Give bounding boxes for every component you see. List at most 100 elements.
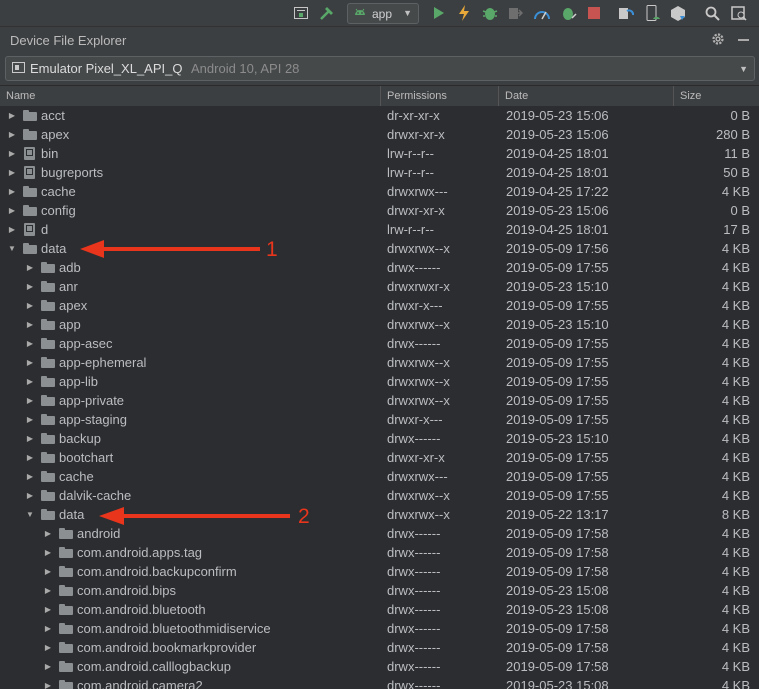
table-row[interactable]: ▶ config drwxr-xr-x 2019-05-23 15:06 0 B <box>0 201 759 220</box>
collapsed-arrow-icon[interactable]: ▶ <box>25 429 35 448</box>
table-row[interactable]: ▶ bootchart drwxr-xr-x 2019-05-09 17:55 4 KB <box>0 448 759 467</box>
layout-inspector-icon[interactable] <box>730 4 748 22</box>
minimize-icon[interactable] <box>738 39 749 41</box>
column-header-name[interactable]: Name <box>0 86 381 106</box>
file-date: 2019-04-25 18:01 <box>506 146 609 161</box>
column-header-permissions[interactable]: Permissions <box>381 86 499 106</box>
collapsed-arrow-icon[interactable]: ▶ <box>43 581 53 600</box>
search-icon[interactable] <box>703 4 721 22</box>
collapsed-arrow-icon[interactable]: ▶ <box>43 600 53 619</box>
table-row[interactable]: ▶ dalvik-cache drwxrwx--x 2019-05-09 17:55 4… <box>0 486 759 505</box>
device-select[interactable]: Emulator Pixel_XL_API_Q Android 10, API … <box>5 56 755 81</box>
table-row[interactable]: ▶ app-ephemeral drwxrwx--x 2019-05-09 17:55… <box>0 353 759 372</box>
folder-icon <box>23 110 37 121</box>
file-permissions: lrw-r--r-- <box>387 146 434 161</box>
file-name: backup <box>59 431 101 446</box>
debug-bug-icon[interactable] <box>560 4 578 22</box>
table-row[interactable]: ▼ data drwxrwx--x 2019-05-22 13:17 8 KB <box>0 505 759 524</box>
collapsed-arrow-icon[interactable]: ▶ <box>25 315 35 334</box>
table-row[interactable]: ▼ data drwxrwx--x 2019-05-09 17:56 4 KB <box>0 239 759 258</box>
collapsed-arrow-icon[interactable]: ▶ <box>43 619 53 638</box>
table-row[interactable]: ▶ bin lrw-r--r-- 2019-04-25 18:01 11 B <box>0 144 759 163</box>
expanded-arrow-icon[interactable]: ▼ <box>7 239 17 258</box>
file-size: 11 B <box>724 146 750 161</box>
device-manager-icon[interactable] <box>644 4 662 22</box>
table-row[interactable]: ▶ bugreports lrw-r--r-- 2019-04-25 18:01 50 … <box>0 163 759 182</box>
collapsed-arrow-icon[interactable]: ▶ <box>25 277 35 296</box>
file-size: 4 KB <box>721 260 750 275</box>
file-size: 4 KB <box>721 564 750 579</box>
file-permissions: drwxr-xr-x <box>387 203 445 218</box>
collapsed-arrow-icon[interactable]: ▶ <box>25 467 35 486</box>
collapsed-arrow-icon[interactable]: ▶ <box>25 486 35 505</box>
folder-icon <box>41 357 55 368</box>
table-row[interactable]: ▶ acct dr-xr-xr-x 2019-05-23 15:06 0 B <box>0 106 759 125</box>
table-row[interactable]: ▶ app-asec drwx------ 2019-05-09 17:55 4 KB <box>0 334 759 353</box>
table-row[interactable]: ▶ com.android.bluetoothmidiservice drwx---… <box>0 619 759 638</box>
table-row[interactable]: ▶ d lrw-r--r-- 2019-04-25 18:01 17 B <box>0 220 759 239</box>
file-date: 2019-05-09 17:55 <box>506 393 609 408</box>
table-row[interactable]: ▶ app-staging drwxr-x--- 2019-05-09 17:55 4 … <box>0 410 759 429</box>
profile-icon[interactable] <box>533 4 551 22</box>
stop-icon[interactable] <box>585 4 603 22</box>
collapsed-arrow-icon[interactable]: ▶ <box>25 448 35 467</box>
table-row[interactable]: ▶ cache drwxrwx--- 2019-04-25 17:22 4 KB <box>0 182 759 201</box>
folder-icon <box>59 547 73 558</box>
table-row[interactable]: ▶ apex drwxr-xr-x 2019-05-23 15:06 280 B <box>0 125 759 144</box>
table-row[interactable]: ▶ com.android.bluetooth drwx------ 2019-05-… <box>0 600 759 619</box>
table-row[interactable]: ▶ app-lib drwxrwx--x 2019-05-09 17:55 4 KB <box>0 372 759 391</box>
collapsed-arrow-icon[interactable]: ▶ <box>43 676 53 689</box>
collapsed-arrow-icon[interactable]: ▶ <box>43 638 53 657</box>
folder-icon <box>41 509 55 520</box>
sdk-manager-icon[interactable] <box>669 4 687 22</box>
table-row[interactable]: ▶ cache drwxrwx--- 2019-05-09 17:55 4 KB <box>0 467 759 486</box>
collapsed-arrow-icon[interactable]: ▶ <box>7 182 17 201</box>
table-row[interactable]: ▶ com.android.apps.tag drwx------ 2019-05-0… <box>0 543 759 562</box>
collapsed-arrow-icon[interactable]: ▶ <box>25 391 35 410</box>
table-row[interactable]: ▶ com.android.bookmarkprovider drwx------ 2… <box>0 638 759 657</box>
collapsed-arrow-icon[interactable]: ▶ <box>25 410 35 429</box>
collapsed-arrow-icon[interactable]: ▶ <box>43 562 53 581</box>
collapsed-arrow-icon[interactable]: ▶ <box>7 144 17 163</box>
collapsed-arrow-icon[interactable]: ▶ <box>7 163 17 182</box>
table-row[interactable]: ▶ apex drwxr-x--- 2019-05-09 17:55 4 KB <box>0 296 759 315</box>
table-row[interactable]: ▶ backup drwx------ 2019-05-23 15:10 4 KB <box>0 429 759 448</box>
debug-icon[interactable] <box>481 4 499 22</box>
window-icon[interactable] <box>292 4 310 22</box>
file-permissions: dr-xr-xr-x <box>387 108 440 123</box>
table-row[interactable]: ▶ app drwxrwx--x 2019-05-23 15:10 4 KB <box>0 315 759 334</box>
collapsed-arrow-icon[interactable]: ▶ <box>7 220 17 239</box>
column-header-date[interactable]: Date <box>499 86 674 106</box>
expanded-arrow-icon[interactable]: ▼ <box>25 505 35 524</box>
table-row[interactable]: ▶ adb drwx------ 2019-05-09 17:55 4 KB <box>0 258 759 277</box>
run-icon[interactable] <box>430 4 448 22</box>
table-row[interactable]: ▶ anr drwxrwxr-x 2019-05-23 15:10 4 KB <box>0 277 759 296</box>
column-header-size[interactable]: Size <box>674 86 759 106</box>
table-row[interactable]: ▶ com.android.backupconfirm drwx------ 2019… <box>0 562 759 581</box>
attach-debugger-icon[interactable] <box>506 4 524 22</box>
sync-icon[interactable] <box>617 4 635 22</box>
table-row[interactable]: ▶ com.android.calllogbackup drwx------ 2019… <box>0 657 759 676</box>
run-configuration-select[interactable]: app ▼ <box>347 3 419 24</box>
file-tree: ▶ acct dr-xr-xr-x 2019-05-23 15:06 0 B ▶ apex d… <box>0 106 759 689</box>
collapsed-arrow-icon[interactable]: ▶ <box>43 524 53 543</box>
collapsed-arrow-icon[interactable]: ▶ <box>25 258 35 277</box>
table-row[interactable]: ▶ app-private drwxrwx--x 2019-05-09 17:55 4 … <box>0 391 759 410</box>
collapsed-arrow-icon[interactable]: ▶ <box>25 353 35 372</box>
collapsed-arrow-icon[interactable]: ▶ <box>25 372 35 391</box>
collapsed-arrow-icon[interactable]: ▶ <box>7 106 17 125</box>
table-row[interactable]: ▶ android drwx------ 2019-05-09 17:58 4 KB <box>0 524 759 543</box>
table-row[interactable]: ▶ com.android.bips drwx------ 2019-05-23 15… <box>0 581 759 600</box>
table-row[interactable]: ▶ com.android.camera2 drwx------ 2019-05-23… <box>0 676 759 689</box>
collapsed-arrow-icon[interactable]: ▶ <box>43 657 53 676</box>
collapsed-arrow-icon[interactable]: ▶ <box>43 543 53 562</box>
collapsed-arrow-icon[interactable]: ▶ <box>25 296 35 315</box>
hammer-icon[interactable] <box>318 4 336 22</box>
collapsed-arrow-icon[interactable]: ▶ <box>7 125 17 144</box>
file-name: app <box>59 317 81 332</box>
file-size: 4 KB <box>721 336 750 351</box>
apply-changes-icon[interactable] <box>455 4 473 22</box>
collapsed-arrow-icon[interactable]: ▶ <box>7 201 17 220</box>
collapsed-arrow-icon[interactable]: ▶ <box>25 334 35 353</box>
gear-icon[interactable] <box>711 32 725 46</box>
